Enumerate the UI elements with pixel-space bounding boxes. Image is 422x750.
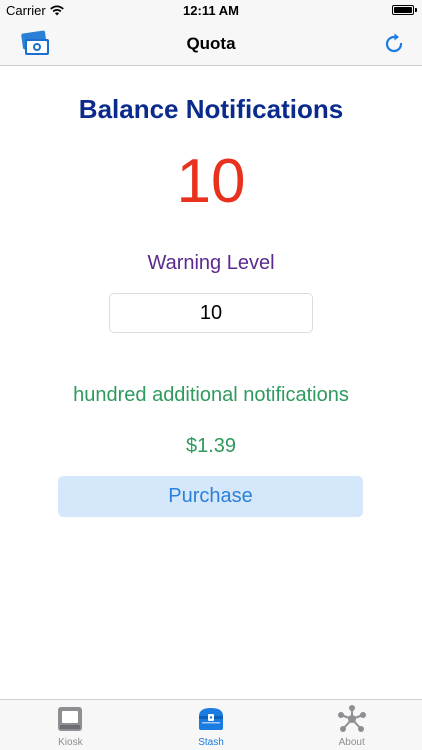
refresh-icon[interactable] (382, 32, 406, 56)
notification-count: 10 (176, 147, 246, 216)
navigation-bar: Quota (0, 22, 422, 66)
purchase-button[interactable]: Purchase (58, 476, 363, 517)
status-bar: Carrier 12:11 AM (0, 0, 422, 22)
warning-level-input[interactable] (109, 293, 313, 333)
tab-about[interactable]: About (281, 700, 422, 750)
status-time: 12:11 AM (183, 3, 239, 18)
network-icon (337, 705, 366, 732)
tab-label: Stash (198, 737, 224, 748)
treasure-chest-icon (199, 708, 223, 730)
warning-level-label: Warning Level (147, 252, 275, 274)
kiosk-icon (58, 707, 83, 731)
tab-label: Kiosk (58, 737, 83, 748)
app-screen: Carrier 12:11 AM Quota Balance Notificat… (0, 0, 422, 750)
battery-tip (415, 8, 417, 12)
main-content: Balance Notifications 10 Warning Level h… (0, 66, 422, 699)
package-description: hundred additional notifications (73, 384, 349, 406)
battery-icon (392, 5, 414, 15)
tab-bar: Kiosk Stash About (0, 699, 422, 750)
package-price: $1.39 (185, 435, 237, 457)
tab-label: About (338, 737, 365, 748)
nav-title: Quota (186, 34, 236, 53)
page-title: Balance Notifications (78, 94, 344, 124)
tab-stash[interactable]: Stash (141, 700, 282, 750)
tab-kiosk[interactable]: Kiosk (0, 700, 141, 750)
